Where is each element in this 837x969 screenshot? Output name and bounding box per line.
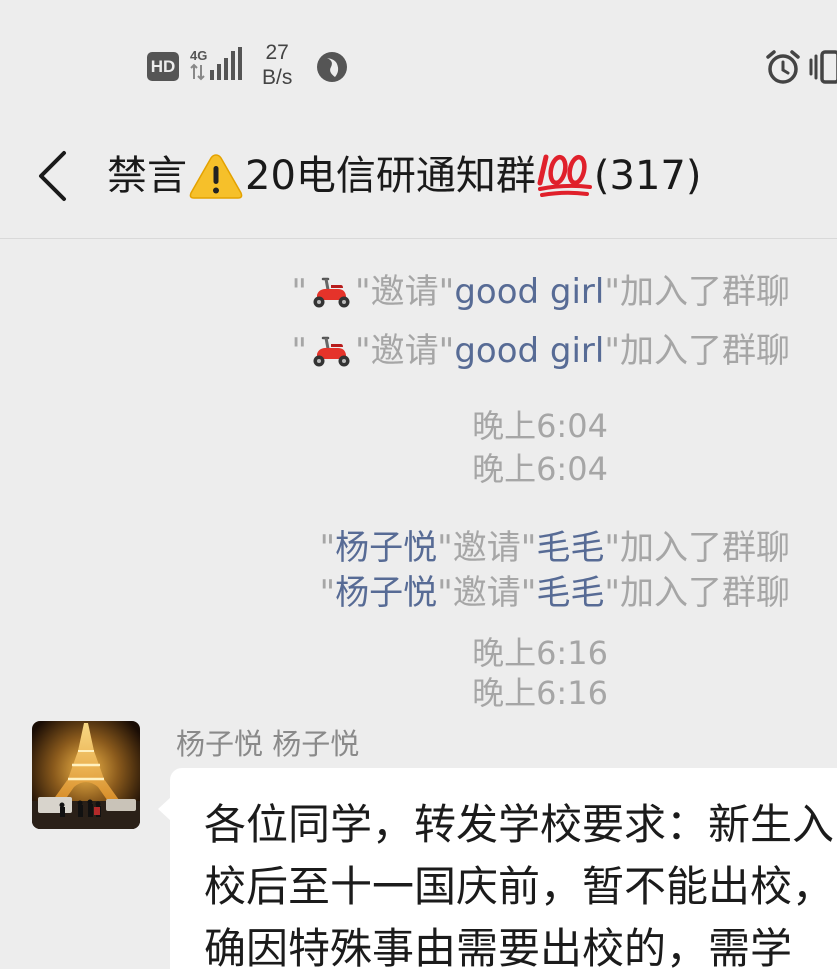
hundred-points-emoji-icon [537,154,592,197]
speed-value: 27 [265,41,289,64]
system-invite-message: " "邀请" good girl "加入了群聊 [291,331,790,371]
invitee-name[interactable]: good girl [454,331,604,371]
network-speed: 27 B/s [262,40,292,90]
inviter-name[interactable]: 杨子悦 [335,573,437,613]
eiffel-tower-photo [32,721,140,829]
motor-scooter-emoji-icon [313,336,350,367]
chat-header: 禁言 20电信研通知群 (317) [0,130,837,239]
sender-name: 杨子悦 杨子悦 [176,727,360,761]
inviter-name[interactable]: 杨子悦 [335,528,437,568]
message-bubble[interactable]: 各位同学，转发学校要求：新生入 校后至十一国庆前，暂不能出校， 确因特殊事由需要… [170,768,837,969]
system-invite-message: " 杨子悦 "邀请" 毛毛 "加入了群聊 [319,528,790,568]
timestamp: 晚上6:04 [472,407,608,445]
chevron-left-icon [39,151,66,201]
avatar[interactable] [32,721,140,829]
warning-emoji-icon [189,154,243,199]
invitee-name[interactable]: 毛毛 [536,573,604,613]
message-line: 各位同学，转发学校要求：新生入 [204,800,835,849]
title-middle: 20电信研通知群 [245,153,536,199]
motor-scooter-emoji-icon [313,277,350,308]
timestamp: 晚上6:16 [472,634,608,672]
system-invite-message: " 杨子悦 "邀请" 毛毛 "加入了群聊 [319,573,790,613]
hd-icon: HD [147,52,179,81]
compass-icon [317,52,347,82]
network-label: 4G [190,48,207,63]
chat-title[interactable]: 禁言 20电信研通知群 (317) [107,148,701,204]
speed-unit: B/s [262,66,293,89]
back-button[interactable] [28,148,78,204]
signal-4g-icon: 4G [190,47,242,81]
message-line: 确因特殊事由需要出校的，需学 [204,924,793,969]
invitee-name[interactable]: 毛毛 [536,528,604,568]
timestamp: 晚上6:04 [472,450,608,488]
status-bar: HD 4G 27 B/s [0,0,837,130]
timestamp: 晚上6:16 [472,674,608,712]
invitee-name[interactable]: good girl [454,272,604,312]
title-member-count: (317) [593,153,702,199]
message-line: 校后至十一国庆前，暂不能出校， [204,862,835,911]
alarm-icon [766,50,800,84]
vibrate-icon [809,50,837,84]
title-prefix: 禁言 [107,153,187,199]
system-invite-message: " "邀请" good girl "加入了群聊 [291,272,790,312]
message-text: 各位同学，转发学校要求：新生入 校后至十一国庆前，暂不能出校， 确因特殊事由需要… [204,794,837,969]
